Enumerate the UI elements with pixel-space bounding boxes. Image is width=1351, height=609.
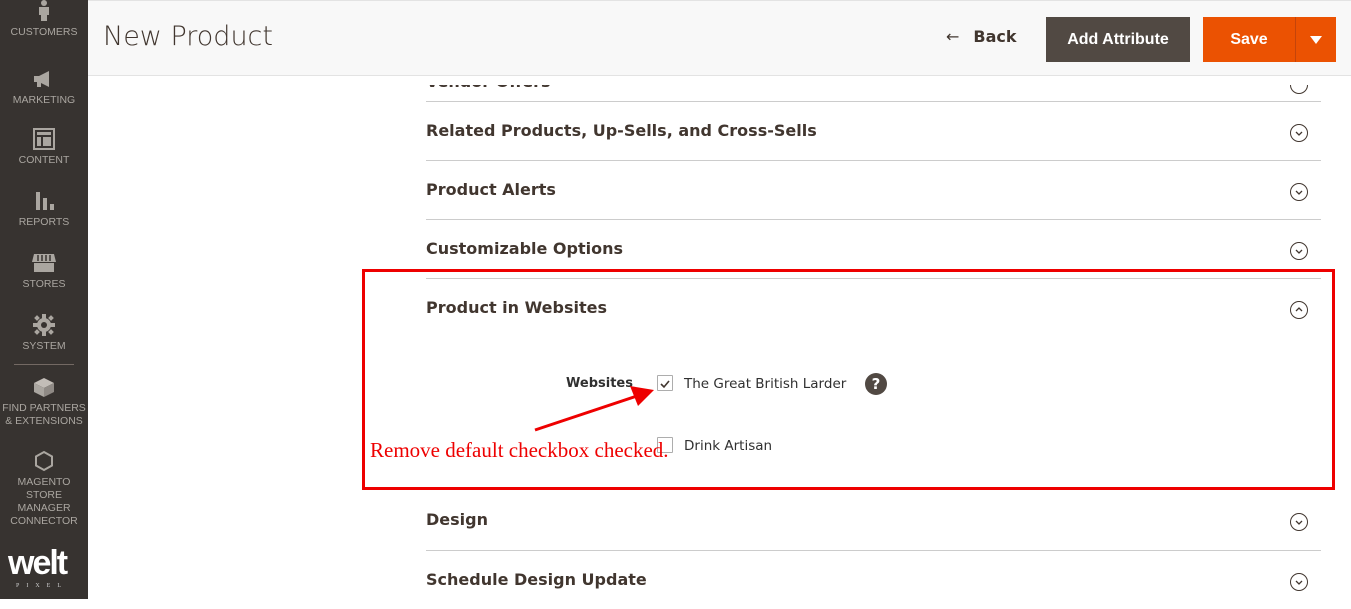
customers-icon (39, 0, 49, 21)
sidebar-item-marketing[interactable]: MARKETING (0, 68, 88, 107)
sidebar-item-label: MARKETING (12, 94, 76, 106)
caret-down-icon (1310, 35, 1322, 44)
chevron-down-icon (1290, 85, 1308, 94)
sidebar-item-label: CONTENT (18, 154, 70, 166)
section-product-alerts[interactable]: Product Alerts (426, 160, 1321, 219)
save-options-toggle[interactable] (1295, 17, 1336, 62)
brick-icon (34, 378, 54, 397)
section-title: Schedule Design Update (426, 570, 647, 589)
back-label: Back (973, 27, 1017, 46)
sidebar-item-content[interactable]: CONTENT (0, 128, 88, 167)
reports-icon (36, 192, 54, 210)
chevron-down-icon (1290, 513, 1308, 531)
annotation-arrow-icon (534, 386, 654, 432)
gear-icon (33, 314, 55, 336)
content-icon (33, 128, 55, 150)
sidebar-item-reports[interactable]: REPORTS (0, 190, 88, 229)
sidebar-item-label: CUSTOMERS (10, 26, 78, 38)
sidebar-item-label: REPORTS (18, 216, 70, 228)
chevron-down-icon (1290, 573, 1308, 591)
page-header: New Product ← Back Add Attribute Save (88, 0, 1351, 76)
sidebar-divider (14, 364, 74, 365)
chevron-down-icon (1290, 183, 1308, 201)
section-title: Design (426, 510, 488, 529)
annotation-text: Remove default checkbox checked. (370, 438, 669, 462)
section-title: Product Alerts (426, 180, 556, 199)
back-button[interactable]: ← Back (946, 27, 1017, 46)
megaphone-icon (34, 71, 49, 87)
hexagon-icon (35, 450, 53, 472)
admin-sidebar: CUSTOMERS MARKETING CONTENT REPORTS STOR… (0, 0, 88, 599)
store-icon (32, 254, 56, 272)
sidebar-item-find-partners[interactable]: FIND PARTNERS & EXTENSIONS (0, 376, 88, 428)
chevron-down-icon (1290, 242, 1308, 260)
sidebar-item-label: FIND PARTNERS & EXTENSIONS (2, 402, 86, 427)
add-attribute-button[interactable]: Add Attribute (1046, 17, 1190, 62)
chevron-down-icon (1290, 124, 1308, 142)
sidebar-item-customers[interactable]: CUSTOMERS (0, 0, 88, 39)
save-button[interactable]: Save (1203, 17, 1295, 62)
section-title: Related Products, Up-Sells, and Cross-Se… (426, 121, 817, 140)
section-title: Customizable Options (426, 239, 624, 258)
sidebar-item-label: STORES (22, 278, 66, 290)
sidebar-item-label: SYSTEM (22, 340, 66, 352)
logo-subtitle: PIXEL (16, 583, 68, 589)
sidebar-item-store-manager-connector[interactable]: MAGENTO STORE MANAGER CONNECTOR (0, 450, 88, 528)
weltpixel-logo[interactable]: welt (8, 546, 68, 580)
sidebar-item-label: MAGENTO STORE MANAGER CONNECTOR (10, 476, 78, 527)
section-design[interactable]: Design (426, 491, 1321, 550)
sidebar-item-system[interactable]: SYSTEM (0, 314, 88, 353)
arrow-left-icon: ← (946, 27, 960, 46)
sidebar-item-stores[interactable]: STORES (0, 252, 88, 291)
section-schedule-design-update[interactable]: Schedule Design Update (426, 550, 1321, 609)
section-related-products[interactable]: Related Products, Up-Sells, and Cross-Se… (426, 101, 1321, 160)
page-title: New Product (103, 21, 273, 52)
section-title: Vendor Offers (426, 85, 550, 91)
section-vendor-offers[interactable]: Vendor Offers (426, 85, 1321, 101)
